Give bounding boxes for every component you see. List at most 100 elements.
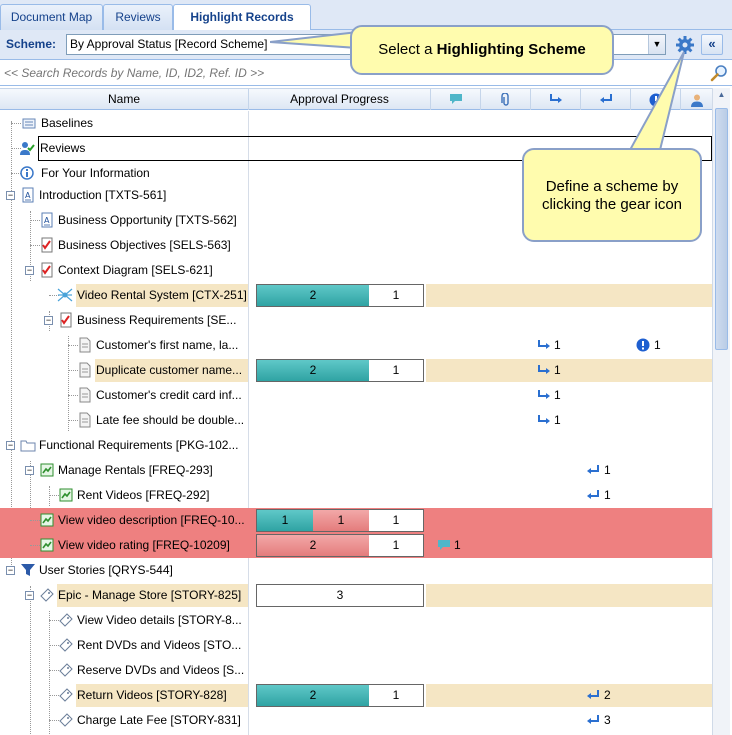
collapse-toggle-icon[interactable]: − [25,591,34,600]
comments-count[interactable]: 1 [454,538,461,552]
tree-row-user-stories[interactable]: − User Stories [QRYS-544] [0,558,712,583]
tab-document-map[interactable]: Document Map [0,4,103,30]
tree-row-late-fee[interactable]: Late fee should be double... 1 [0,408,712,433]
tree-row-rent-videos[interactable]: Rent Videos [FREQ-292] 1 [0,483,712,508]
downstream-count[interactable]: 1 [554,363,561,377]
approval-progress-bar: 2 1 [256,684,424,707]
collapse-toggle-icon[interactable]: − [6,441,15,450]
approval-progress-bar: 2 1 [256,359,424,382]
svg-text:A: A [25,191,31,200]
scheme-label: Scheme: [6,37,57,51]
tree-row-functional-requirements[interactable]: − Functional Requirements [PKG-102... [0,433,712,458]
row-label: Video Rental System [CTX-251] [77,288,247,302]
collapse-toggle-icon[interactable]: − [25,466,34,475]
column-header-downstream[interactable] [531,89,581,110]
row-highlight [426,284,712,307]
tree-row-context-diagram[interactable]: − Context Diagram [SELS-621] [0,258,712,283]
callout-pointer [628,51,685,151]
approval-progress-bar: 3 [256,584,424,607]
tree-row-return-videos[interactable]: Return Videos [STORY-828] 2 1 2 [0,683,712,708]
column-header-name[interactable]: Name [0,89,249,110]
downstream-arrow-icon [549,94,562,103]
tree-row-duplicate-customer-name[interactable]: Duplicate customer name... 2 1 1 [0,358,712,383]
downstream-arrow-icon [538,365,550,374]
approved-segment: 2 [257,360,369,381]
collapse-toggle-icon[interactable]: − [6,191,15,200]
row-highlight [426,508,712,533]
column-header-comments[interactable] [431,89,481,110]
tree-row-business-requirements[interactable]: − Business Requirements [SE... [0,308,712,333]
functional-requirement-icon [40,513,54,527]
tab-reviews[interactable]: Reviews [103,4,173,30]
tree-row-video-rental-system[interactable]: Video Rental System [CTX-251] 2 1 [0,283,712,308]
tree-row-reserve-dvds[interactable]: Reserve DVDs and Videos [S... [0,658,712,683]
search-icon[interactable] [710,64,728,82]
user-story-icon [59,713,73,727]
tree-row-view-video-rating[interactable]: View video rating [FREQ-10209] 2 1 1 [0,533,712,558]
upstream-count[interactable]: 2 [604,688,611,702]
approved-segment: 1 [257,510,313,531]
approved-segment: 2 [257,685,369,706]
vertical-scrollbar[interactable]: ▲ [712,88,730,735]
pending-segment: 3 [257,585,423,606]
tree-row-epic-manage-store[interactable]: − Epic - Manage Store [STORY-825] 3 [0,583,712,608]
row-label: Baselines [41,116,94,130]
column-header-attachments[interactable] [481,89,531,110]
column-header-approval-progress[interactable]: Approval Progress [249,89,431,110]
downstream-arrow-icon [538,340,550,349]
row-label: Business Objectives [SELS-563] [58,238,231,252]
scroll-up-icon[interactable]: ▲ [714,90,729,104]
upstream-arrow-icon [587,690,599,699]
row-label: Return Videos [STORY-828] [77,688,227,702]
tree-row-customer-credit-card[interactable]: Customer's credit card inf... 1 [0,383,712,408]
requirement-document-icon [79,362,91,378]
row-label: Rent DVDs and Videos [STO... [77,638,242,652]
context-diagram-icon [57,288,73,302]
issues-count[interactable]: 1 [654,338,661,352]
pending-segment: 1 [369,360,423,381]
row-label: Context Diagram [SELS-621] [58,263,213,277]
row-label: For Your Information [41,166,150,180]
requirement-document-icon [79,387,91,403]
upstream-count[interactable]: 1 [604,488,611,502]
collapse-toggle-icon[interactable]: − [25,266,34,275]
row-label: Duplicate customer name... [96,363,243,377]
callout-define-scheme: Define a scheme by clicking the gear ico… [522,148,702,242]
pending-segment: 1 [369,285,423,306]
row-highlight: 1 [426,359,712,382]
row-label: Functional Requirements [PKG-102... [39,438,239,452]
tab-highlight-records[interactable]: Highlight Records [173,4,311,31]
downstream-count[interactable]: 1 [554,388,561,402]
row-highlight: 1 [426,533,712,558]
row-label: Rent Videos [FREQ-292] [77,488,210,502]
pending-segment: 1 [369,510,423,531]
tree-row-manage-rentals[interactable]: − Manage Rentals [FREQ-293] 1 [0,458,712,483]
functional-requirement-icon [59,488,73,502]
downstream-count[interactable]: 1 [554,413,561,427]
row-label: Epic - Manage Store [STORY-825] [58,588,242,602]
downstream-count[interactable]: 1 [554,338,561,352]
upstream-count[interactable]: 3 [604,713,611,727]
downstream-arrow-icon [538,390,550,399]
callout-select-scheme: Select a Highlighting Scheme [350,25,614,75]
tree-row-view-video-description[interactable]: View video description [FREQ-10... 1 1 1 [0,508,712,533]
user-story-icon [59,663,73,677]
tree-row-customer-first-name[interactable]: Customer's first name, la... 1 1 [0,333,712,358]
checklist-icon [41,262,53,278]
tree-row-charge-late-fee[interactable]: Charge Late Fee [STORY-831] 3 [0,708,712,733]
row-highlight: 2 [426,684,712,707]
scheme-select-value: By Approval Status [Record Scheme] [70,37,268,51]
tree-row-view-video-details[interactable]: View Video details [STORY-8... [0,608,712,633]
collapse-toggle-icon[interactable]: − [44,316,53,325]
upstream-count[interactable]: 1 [604,463,611,477]
tree-row-rent-dvds[interactable]: Rent DVDs and Videos [STO... [0,633,712,658]
approval-progress-bar: 2 1 [256,284,424,307]
info-icon [20,166,34,180]
text-document-icon: A [41,212,53,228]
row-label: Introduction [TXTS-561] [39,188,167,202]
collapse-toggle-icon[interactable]: − [6,566,15,575]
user-story-icon [59,613,73,627]
comment-icon [438,540,450,550]
scrollbar-thumb[interactable] [715,108,728,350]
collapse-panel-button[interactable]: « [701,34,723,55]
